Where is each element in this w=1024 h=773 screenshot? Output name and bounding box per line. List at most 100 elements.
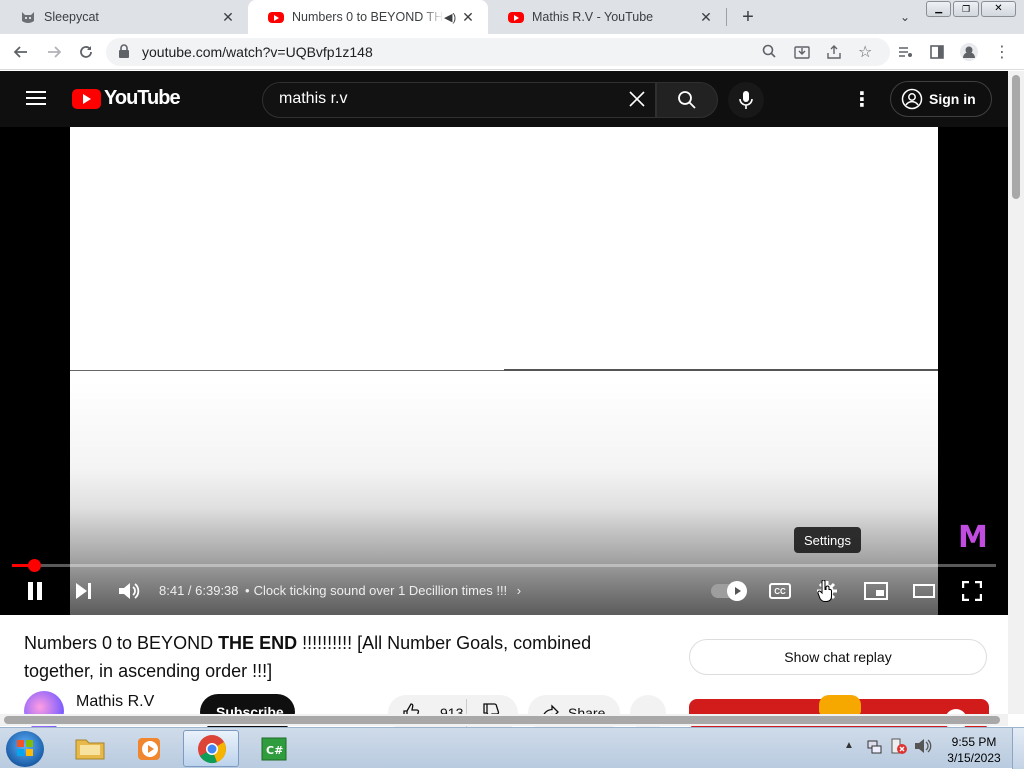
start-button[interactable] — [6, 731, 44, 767]
tab-title: Mathis R.V - YouTube — [532, 10, 654, 24]
video-horizon-line — [504, 369, 938, 371]
chapter-title: Clock ticking sound over 1 Decillion tim… — [253, 583, 508, 598]
back-icon[interactable] — [9, 40, 33, 64]
channel-watermark[interactable]: M — [958, 520, 988, 555]
media-player-icon — [138, 738, 160, 760]
reading-list-icon[interactable] — [893, 40, 917, 64]
folder-icon — [75, 739, 105, 760]
progress-bar[interactable] — [12, 564, 996, 567]
lock-icon[interactable] — [118, 44, 130, 63]
restore-icon[interactable]: ❐ — [953, 1, 979, 17]
taskbar-chrome[interactable] — [183, 730, 239, 767]
close-window-icon[interactable]: ✕ — [980, 1, 1017, 17]
chapter-title-button[interactable]: • Clock ticking sound over 1 Decillion ti… — [245, 583, 521, 598]
cat-mascot-icon — [819, 695, 861, 715]
tab-mathis-channel[interactable]: Mathis R.V - YouTube ✕ — [488, 0, 726, 34]
close-tab-icon[interactable]: ✕ — [460, 9, 476, 25]
new-tab-icon[interactable]: + — [736, 5, 760, 29]
microphone-icon — [739, 91, 753, 109]
next-icon — [76, 583, 91, 599]
chevron-right-icon: › — [516, 583, 522, 598]
share-icon[interactable] — [826, 44, 842, 65]
autoplay-play-icon — [735, 587, 741, 595]
clock-time: 9:55 PM — [951, 735, 997, 749]
zoom-search-icon[interactable] — [762, 44, 776, 63]
speaker-icon[interactable]: ◀) — [444, 11, 460, 24]
tab-separator — [726, 8, 727, 26]
sign-in-button[interactable]: Sign in — [890, 81, 992, 117]
search-button[interactable] — [656, 82, 718, 118]
show-desktop-button[interactable] — [1012, 728, 1024, 769]
sign-in-label: Sign in — [929, 91, 976, 107]
pause-button[interactable] — [20, 576, 50, 606]
profile-icon[interactable] — [957, 40, 981, 64]
video-title-bold: THE END — [218, 633, 298, 653]
controls-gradient — [0, 507, 1008, 615]
video-title-part: Numbers 0 to BEYOND — [24, 633, 219, 653]
show-chat-replay-button[interactable]: Show chat replay — [689, 639, 987, 675]
tab-numbers-video[interactable]: Numbers 0 to BEYOND THE E ◀) ✕ — [248, 0, 488, 34]
tab-strip: Sleepycat ✕ Numbers 0 to BEYOND THE E ◀)… — [0, 0, 1024, 34]
bookmark-star-icon[interactable]: ☆ — [858, 42, 872, 62]
video-player[interactable]: M Settings 8:41 / 6:39:38 • Clock ticking… — [0, 127, 1008, 615]
channel-name[interactable]: Mathis R.V — [76, 693, 154, 711]
scrollbar-thumb[interactable] — [4, 716, 1000, 724]
autoplay-toggle[interactable] — [710, 576, 747, 606]
volume-tray-icon[interactable] — [914, 738, 932, 759]
tab-search-chevron-icon[interactable]: ⌄ — [893, 5, 917, 29]
side-panel-icon[interactable] — [925, 40, 949, 64]
settings-more-icon[interactable]: ⋮ — [850, 87, 874, 112]
url-text: youtube.com/watch?v=UQBvfp1z148 — [142, 44, 373, 60]
forward-icon[interactable] — [42, 40, 66, 64]
clock-date: 3/15/2023 — [947, 751, 1001, 765]
windows-logo-icon — [17, 740, 33, 756]
taskbar-csharp-app[interactable]: C# — [246, 730, 302, 767]
install-icon[interactable] — [794, 44, 810, 65]
window-controls: ▁ ❐ ✕ — [926, 1, 1017, 17]
scrubber-handle[interactable] — [27, 559, 41, 572]
youtube-header: YouTube mathis r.v ⋮ Sign in — [0, 71, 1008, 127]
time-display: 8:41 / 6:39:38 — [159, 583, 239, 598]
action-center-icon[interactable] — [890, 738, 908, 759]
voice-search-button[interactable] — [728, 82, 764, 118]
address-bar[interactable]: youtube.com/watch?v=UQBvfp1z148 ☆ — [106, 38, 890, 66]
horizontal-scrollbar[interactable] — [0, 714, 1008, 726]
browser-menu-icon[interactable]: ⋮ — [990, 40, 1014, 64]
network-icon[interactable] — [866, 738, 882, 759]
next-button[interactable] — [68, 576, 98, 606]
taskbar-explorer[interactable] — [62, 730, 118, 767]
tab-title: Sleepycat — [44, 10, 99, 24]
fullscreen-button[interactable] — [957, 576, 987, 606]
search-query: mathis r.v — [279, 90, 348, 107]
close-tab-icon[interactable]: ✕ — [220, 9, 236, 25]
video-title: Numbers 0 to BEYOND THE END !!!!!!!!!! [… — [24, 629, 644, 685]
csharp-icon: C# — [261, 737, 287, 761]
hamburger-menu-icon[interactable] — [26, 90, 46, 111]
mute-button[interactable] — [114, 576, 144, 606]
system-clock[interactable]: 9:55 PM 3/15/2023 — [944, 734, 1004, 766]
youtube-icon — [268, 11, 284, 23]
clear-search-icon[interactable] — [627, 89, 647, 114]
youtube-play-logo-icon — [72, 88, 101, 109]
svg-text:C#: C# — [266, 744, 283, 757]
youtube-logo-text: YouTube — [104, 87, 181, 109]
minimize-icon[interactable]: ▁ — [926, 1, 952, 17]
vertical-scrollbar[interactable] — [1008, 71, 1024, 714]
youtube-logo[interactable]: YouTube — [72, 87, 181, 110]
miniplayer-button[interactable] — [861, 576, 891, 606]
tray-expand-icon[interactable]: ▲ — [844, 740, 854, 751]
cc-icon: CC — [769, 583, 791, 599]
taskbar-media-player[interactable] — [122, 730, 178, 767]
fullscreen-icon — [962, 581, 982, 601]
cat-icon — [20, 9, 36, 25]
search-input[interactable]: mathis r.v — [262, 82, 656, 118]
volume-icon — [119, 583, 140, 599]
close-tab-icon[interactable]: ✕ — [698, 9, 714, 25]
tab-sleepycat[interactable]: Sleepycat ✕ — [0, 0, 248, 34]
reload-icon[interactable] — [74, 40, 98, 64]
subtitles-button[interactable]: CC — [765, 576, 795, 606]
theater-mode-button[interactable] — [909, 576, 939, 606]
account-icon — [901, 88, 923, 110]
miniplayer-icon — [864, 582, 888, 600]
scrollbar-thumb[interactable] — [1012, 75, 1020, 199]
